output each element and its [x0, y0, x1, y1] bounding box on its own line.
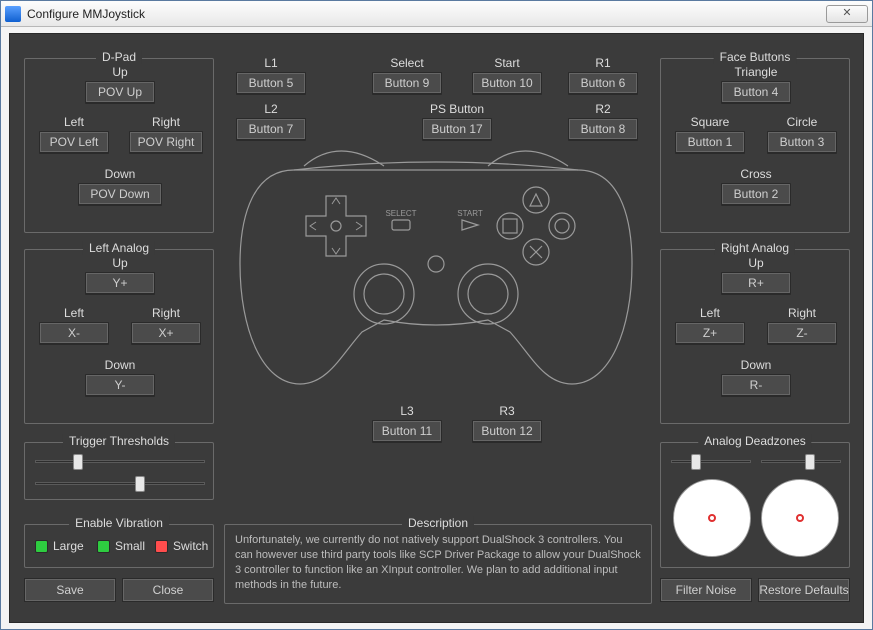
trigger-threshold-left-slider[interactable] [35, 453, 205, 471]
svg-text:SELECT: SELECT [385, 209, 416, 218]
left-analog-legend: Left Analog [83, 241, 155, 255]
face-cross-label: Cross [716, 167, 796, 181]
dpad-left-label: Left [31, 115, 117, 129]
dpad-left-button[interactable]: POV Left [39, 131, 109, 153]
lanalog-up-label: Up [80, 256, 160, 270]
vibration-small-checkbox[interactable]: Small [97, 539, 145, 553]
dpad-right-label: Right [123, 115, 209, 129]
l3-button[interactable]: Button 11 [372, 420, 442, 442]
ps-button[interactable]: Button 17 [422, 118, 492, 140]
face-triangle-button[interactable]: Button 4 [721, 81, 791, 103]
trigger-thresholds-legend: Trigger Thresholds [63, 434, 175, 448]
r1-button[interactable]: Button 6 [568, 72, 638, 94]
controller-illustration: SELECT START [234, 144, 638, 399]
face-legend: Face Buttons [714, 50, 797, 64]
ranalog-right-label: Right [759, 306, 845, 320]
r2-button[interactable]: Button 8 [568, 118, 638, 140]
config-panel: D-Pad Up POV Up Left POV Left Right POV … [9, 33, 864, 623]
l3-label: L3 [362, 404, 452, 418]
lanalog-right-label: Right [123, 306, 209, 320]
deadzone-left-center-icon [708, 514, 716, 522]
dpad-down-button[interactable]: POV Down [78, 183, 162, 205]
ranalog-down-label: Down [716, 358, 796, 372]
deadzone-right-center-icon [796, 514, 804, 522]
trigger-threshold-right-slider[interactable] [35, 475, 205, 493]
titlebar: Configure MMJoystick ✕ [1, 1, 872, 27]
deadzone-left-circle [673, 479, 751, 557]
start-label: Start [462, 56, 552, 70]
start-button[interactable]: Button 10 [472, 72, 542, 94]
face-circle-button[interactable]: Button 3 [767, 131, 837, 153]
save-button[interactable]: Save [24, 578, 116, 602]
face-circle-label: Circle [759, 115, 845, 129]
r1-label: R1 [558, 56, 648, 70]
dpad-group: D-Pad Up POV Up Left POV Left Right POV … [24, 58, 214, 233]
r3-label: R3 [462, 404, 552, 418]
l1-button[interactable]: Button 5 [236, 72, 306, 94]
dpad-down-label: Down [73, 167, 167, 181]
dpad-right-button[interactable]: POV Right [129, 131, 204, 153]
l2-button[interactable]: Button 7 [236, 118, 306, 140]
trigger-thresholds-group: Trigger Thresholds [24, 442, 214, 500]
select-button[interactable]: Button 9 [372, 72, 442, 94]
dpad-legend: D-Pad [96, 50, 142, 64]
face-square-label: Square [667, 115, 753, 129]
lanalog-right-button[interactable]: X+ [131, 322, 201, 344]
l1-label: L1 [226, 56, 316, 70]
vibration-switch-checkbox[interactable]: Switch [155, 539, 208, 553]
lanalog-left-button[interactable]: X- [39, 322, 109, 344]
window-close-button[interactable]: ✕ [826, 5, 868, 23]
vibration-group: Enable Vibration Large Small Switch [24, 524, 214, 568]
select-label: Select [362, 56, 452, 70]
deadzone-right-circle [761, 479, 839, 557]
vibration-legend: Enable Vibration [69, 516, 169, 530]
face-triangle-label: Triangle [716, 65, 796, 79]
vibration-small-label: Small [115, 539, 145, 553]
deadzones-legend: Analog Deadzones [698, 434, 811, 448]
ranalog-down-button[interactable]: R- [721, 374, 791, 396]
lanalog-left-label: Left [31, 306, 117, 320]
window: Configure MMJoystick ✕ D-Pad Up POV Up L… [0, 0, 873, 630]
close-button[interactable]: Close [122, 578, 214, 602]
r2-label: R2 [558, 102, 648, 116]
vibration-large-label: Large [53, 539, 84, 553]
left-analog-group: Left Analog Up Y+ Left X- Right X+ Down … [24, 249, 214, 424]
ranalog-left-label: Left [667, 306, 753, 320]
filter-noise-button[interactable]: Filter Noise [660, 578, 752, 602]
ranalog-right-button[interactable]: Z- [767, 322, 837, 344]
deadzone-right-slider[interactable] [761, 453, 841, 471]
deadzone-left-slider[interactable] [671, 453, 751, 471]
deadzones-group: Analog Deadzones [660, 442, 850, 568]
dpad-up-button[interactable]: POV Up [85, 81, 155, 103]
lanalog-up-button[interactable]: Y+ [85, 272, 155, 294]
app-icon [5, 6, 21, 22]
ps-label: PS Button [412, 102, 502, 116]
window-title: Configure MMJoystick [27, 7, 826, 21]
lanalog-down-button[interactable]: Y- [85, 374, 155, 396]
right-analog-group: Right Analog Up R+ Left Z+ Right Z- Down… [660, 249, 850, 424]
client-area: D-Pad Up POV Up Left POV Left Right POV … [1, 27, 872, 629]
ranalog-up-label: Up [716, 256, 796, 270]
l2-label: L2 [226, 102, 316, 116]
face-square-button[interactable]: Button 1 [675, 131, 745, 153]
r3-button[interactable]: Button 12 [472, 420, 542, 442]
right-analog-legend: Right Analog [715, 241, 795, 255]
face-cross-button[interactable]: Button 2 [721, 183, 791, 205]
face-group: Face Buttons Triangle Button 4 Square Bu… [660, 58, 850, 233]
restore-defaults-button[interactable]: Restore Defaults [758, 578, 850, 602]
ranalog-left-button[interactable]: Z+ [675, 322, 745, 344]
vibration-switch-label: Switch [173, 539, 208, 553]
svg-text:START: START [457, 209, 483, 218]
dpad-up-label: Up [80, 65, 160, 79]
description-legend: Description [402, 516, 474, 530]
description-group: Description Unfortunately, we currently … [224, 524, 652, 604]
description-text: Unfortunately, we currently do not nativ… [235, 533, 641, 597]
vibration-large-checkbox[interactable]: Large [35, 539, 84, 553]
ranalog-up-button[interactable]: R+ [721, 272, 791, 294]
lanalog-down-label: Down [80, 358, 160, 372]
